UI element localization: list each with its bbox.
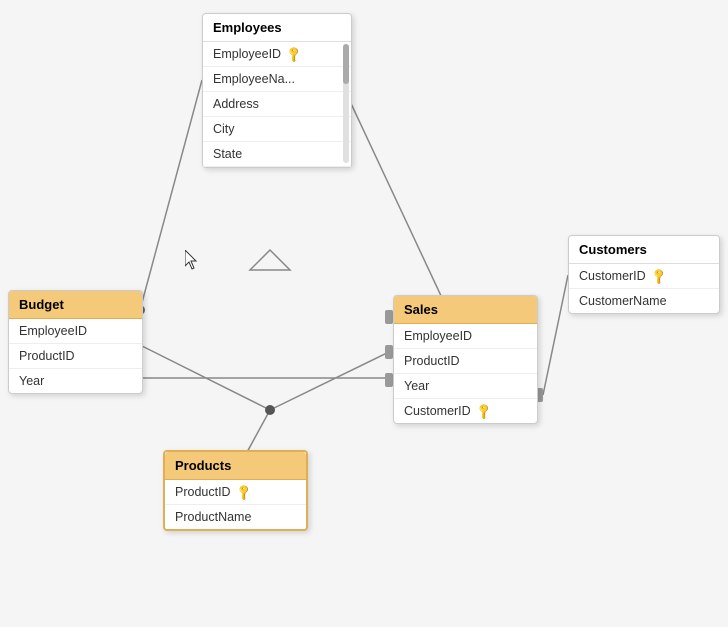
employees-scrollbar-thumb — [343, 44, 349, 84]
field-name: ProductID — [175, 485, 231, 499]
field-name: State — [213, 147, 242, 161]
field-name: CustomerName — [579, 294, 667, 308]
field-name: Year — [404, 379, 429, 393]
sales-header: Sales — [394, 296, 537, 324]
key-icon: 🔑 — [234, 483, 253, 502]
field-name: EmployeeNa... — [213, 72, 295, 86]
products-field-productname: ProductName — [165, 505, 306, 529]
budget-header: Budget — [9, 291, 142, 319]
key-icon: 🔑 — [285, 45, 304, 64]
field-name: CustomerID — [404, 404, 471, 418]
budget-field-year: Year — [9, 369, 142, 393]
customers-field-customername: CustomerName — [569, 289, 719, 313]
employees-field-city: City — [203, 117, 351, 142]
field-name: ProductID — [19, 349, 75, 363]
customers-table[interactable]: Customers CustomerID 🔑 CustomerName — [568, 235, 720, 314]
sales-field-year: Year — [394, 374, 537, 399]
budget-field-productid: ProductID — [9, 344, 142, 369]
budget-table[interactable]: Budget EmployeeID ProductID Year — [8, 290, 143, 394]
field-name: EmployeeID — [404, 329, 472, 343]
employees-field-employeeid: EmployeeID 🔑 — [203, 42, 351, 67]
customers-header: Customers — [569, 236, 719, 264]
budget-field-employeeid: EmployeeID — [9, 319, 142, 344]
sales-field-productid: ProductID — [394, 349, 537, 374]
employees-table[interactable]: Employees EmployeeID 🔑 EmployeeNa... Add… — [202, 13, 352, 168]
key-icon: 🔑 — [474, 402, 493, 421]
sales-field-employeeid: EmployeeID — [394, 324, 537, 349]
products-table[interactable]: Products ProductID 🔑 ProductName — [163, 450, 308, 531]
products-field-productid: ProductID 🔑 — [165, 480, 306, 505]
field-name: ProductID — [404, 354, 460, 368]
field-name: CustomerID — [579, 269, 646, 283]
erd-canvas[interactable]: Employees EmployeeID 🔑 EmployeeNa... Add… — [0, 0, 728, 627]
employees-field-state: State — [203, 142, 351, 167]
employees-header: Employees — [203, 14, 351, 42]
employees-field-address: Address — [203, 92, 351, 117]
field-name: EmployeeID — [19, 324, 87, 338]
employees-scrollbar[interactable] — [343, 44, 349, 163]
products-header: Products — [165, 452, 306, 480]
field-name: City — [213, 122, 235, 136]
employees-field-employeename: EmployeeNa... — [203, 67, 351, 92]
key-icon: 🔑 — [649, 267, 668, 286]
sales-field-customerid: CustomerID 🔑 — [394, 399, 537, 423]
field-name: Year — [19, 374, 44, 388]
sales-table[interactable]: Sales EmployeeID ProductID Year Customer… — [393, 295, 538, 424]
mouse-cursor — [185, 250, 199, 270]
field-name: ProductName — [175, 510, 251, 524]
field-name: EmployeeID — [213, 47, 281, 61]
customers-field-customerid: CustomerID 🔑 — [569, 264, 719, 289]
field-name: Address — [213, 97, 259, 111]
